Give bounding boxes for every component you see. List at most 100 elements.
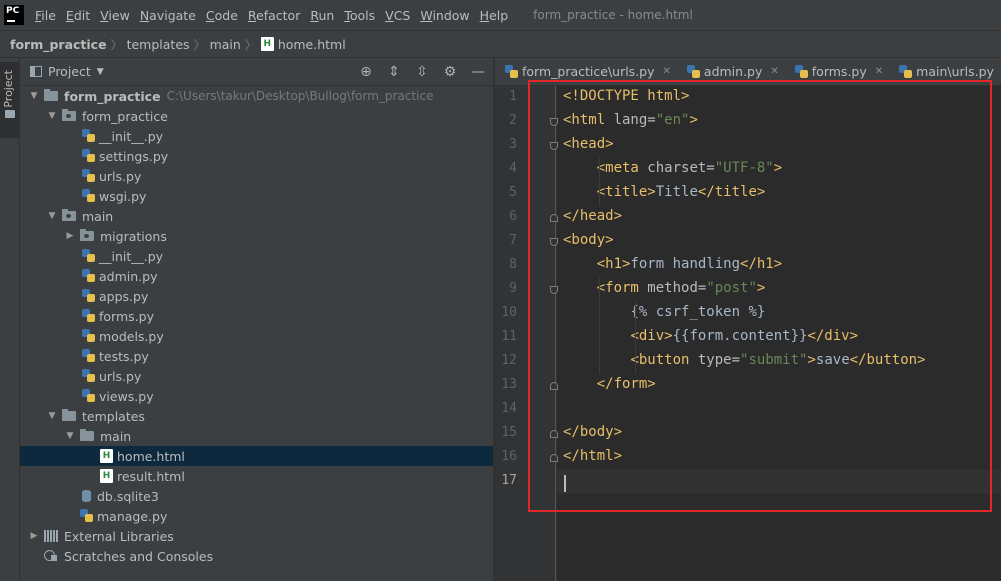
fold-marker-icon[interactable]	[550, 382, 558, 390]
breadcrumb-main[interactable]: main	[210, 37, 241, 52]
code-token: <h1>	[596, 256, 631, 272]
python-file-icon	[82, 369, 95, 383]
code-line[interactable]: </form>	[563, 376, 656, 392]
tree-item[interactable]: Hresult.html	[20, 466, 493, 486]
code-token: </title>	[697, 184, 766, 200]
tree-item[interactable]: ▼ templates	[20, 406, 493, 426]
tab-main-urls[interactable]: main\urls.py ✕	[889, 58, 1001, 85]
chevron-down-icon[interactable]: ▼	[64, 431, 76, 441]
menu-view[interactable]: View	[95, 8, 135, 23]
code-line[interactable]: <meta charset="UTF-8">	[563, 160, 782, 176]
code-token: charset=	[647, 160, 715, 176]
code-line[interactable]: <button type="submit">save</button>	[563, 352, 925, 368]
chevron-down-icon[interactable]: ▼	[46, 111, 58, 121]
fold-marker-icon[interactable]	[550, 142, 558, 150]
chevron-down-icon[interactable]: ▼	[97, 67, 104, 77]
tree-item[interactable]: forms.py	[20, 306, 493, 326]
tree-item[interactable]: wsgi.py	[20, 186, 493, 206]
chevron-right-icon[interactable]: ▶	[64, 231, 76, 241]
code-editor[interactable]: 1 2 3 4 5 6 7 8 9 10 11 12 13 14 15 16 17 <!DOCTYPE html…	[495, 86, 1001, 581]
code-line[interactable]: {% csrf_token %}	[563, 304, 765, 320]
menu-tools[interactable]: Tools	[339, 8, 380, 23]
fold-marker-icon[interactable]	[550, 286, 558, 294]
fold-marker-icon[interactable]	[550, 214, 558, 222]
code-line[interactable]: <h1>form handling</h1>	[563, 256, 782, 272]
library-icon	[44, 530, 58, 542]
tree-item[interactable]: models.py	[20, 326, 493, 346]
menu-vcs[interactable]: VCS	[380, 8, 415, 23]
line-number: 10	[501, 305, 517, 320]
tree-item[interactable]: admin.py	[20, 266, 493, 286]
code-line[interactable]: <html lang="en">	[563, 112, 698, 128]
tree-item[interactable]: views.py	[20, 386, 493, 406]
tree-item[interactable]: settings.py	[20, 146, 493, 166]
chevron-down-icon[interactable]: ▼	[28, 91, 40, 101]
fold-guide-line	[555, 86, 556, 581]
breadcrumb-templates[interactable]: templates	[127, 37, 190, 52]
hide-panel-icon[interactable]: —	[471, 64, 485, 80]
tree-item[interactable]: Hhome.html	[20, 446, 493, 466]
close-icon[interactable]: ✕	[875, 66, 883, 77]
chevron-down-icon[interactable]: ▼	[46, 211, 58, 221]
menu-navigate[interactable]: Navigate	[135, 8, 201, 23]
breadcrumb-project[interactable]: form_practice	[10, 37, 107, 52]
tree-item[interactable]: ▶ migrations	[20, 226, 493, 246]
tree-item-label: migrations	[100, 228, 167, 244]
locate-file-icon[interactable]: ⊕	[359, 64, 373, 80]
folder-icon	[80, 429, 94, 441]
tree-item[interactable]: __init__.py	[20, 126, 493, 146]
code-line[interactable]: </body>	[563, 424, 622, 440]
tab-forms[interactable]: forms.py ✕	[785, 58, 889, 85]
close-icon[interactable]: ✕	[663, 66, 671, 77]
tab-form-practice-urls[interactable]: form_practice\urls.py ✕	[495, 58, 677, 85]
code-line[interactable]: <head>	[563, 136, 614, 152]
tree-item[interactable]: urls.py	[20, 166, 493, 186]
tree-item[interactable]: ▼ main	[20, 206, 493, 226]
tree-item[interactable]: Scratches and Consoles	[20, 546, 493, 566]
tree-item[interactable]: ▼ form_practice	[20, 106, 493, 126]
tab-admin[interactable]: admin.py ✕	[677, 58, 785, 85]
fold-marker-icon[interactable]	[550, 118, 558, 126]
fold-marker-icon[interactable]	[550, 430, 558, 438]
line-number: 3	[509, 137, 517, 152]
code-line[interactable]: <body>	[563, 232, 614, 248]
chevron-down-icon[interactable]: ▼	[46, 411, 58, 421]
code-line[interactable]: </html>	[563, 448, 622, 464]
menu-refactor[interactable]: Refactor	[243, 8, 305, 23]
menu-file[interactable]: File	[30, 8, 61, 23]
menu-edit[interactable]: Edit	[61, 8, 95, 23]
code-line[interactable]: </head>	[563, 208, 622, 224]
code-line[interactable]: <title>Title</title>	[563, 184, 766, 200]
tree-item[interactable]: tests.py	[20, 346, 493, 366]
fold-marker-icon[interactable]	[550, 238, 558, 246]
code-token: <html	[563, 112, 614, 128]
code-line[interactable]: <!DOCTYPE html>	[563, 88, 689, 104]
tree-item[interactable]: ▶ External Libraries	[20, 526, 493, 546]
tree-item[interactable]: ▼ form_practice C:\Users\takur\Desktop\Bul…	[20, 86, 493, 106]
tree-item[interactable]: db.sqlite3	[20, 486, 493, 506]
menu-bar: PC File Edit View Navigate Code Refactor…	[0, 0, 1001, 30]
tree-item[interactable]: apps.py	[20, 286, 493, 306]
expand-all-icon[interactable]: ⇕	[387, 64, 401, 80]
menu-code[interactable]: Code	[201, 8, 243, 23]
tree-item[interactable]: __init__.py	[20, 246, 493, 266]
project-tool-window-tab[interactable]: Project	[0, 62, 19, 138]
tree-item[interactable]: urls.py	[20, 366, 493, 386]
package-folder-icon	[62, 209, 76, 221]
folder-icon	[5, 110, 15, 118]
menu-window[interactable]: Window	[415, 8, 474, 23]
breadcrumb-file[interactable]: home.html	[278, 37, 346, 52]
menu-run[interactable]: Run	[305, 8, 339, 23]
collapse-all-icon[interactable]: ⇳	[415, 64, 429, 80]
code-line[interactable]: <form method="post">	[563, 280, 766, 296]
menu-help[interactable]: Help	[475, 8, 514, 23]
project-view-title[interactable]: Project	[48, 64, 91, 79]
tree-item[interactable]: manage.py	[20, 506, 493, 526]
code-line[interactable]: <div>{{form.content}}</div>	[563, 328, 858, 344]
tree-item[interactable]: ▼ main	[20, 426, 493, 446]
chevron-right-icon[interactable]: ▶	[28, 531, 40, 541]
gear-icon[interactable]: ⚙	[443, 64, 457, 80]
code-token: >	[689, 112, 698, 128]
close-icon[interactable]: ✕	[770, 66, 778, 77]
fold-marker-icon[interactable]	[550, 454, 558, 462]
